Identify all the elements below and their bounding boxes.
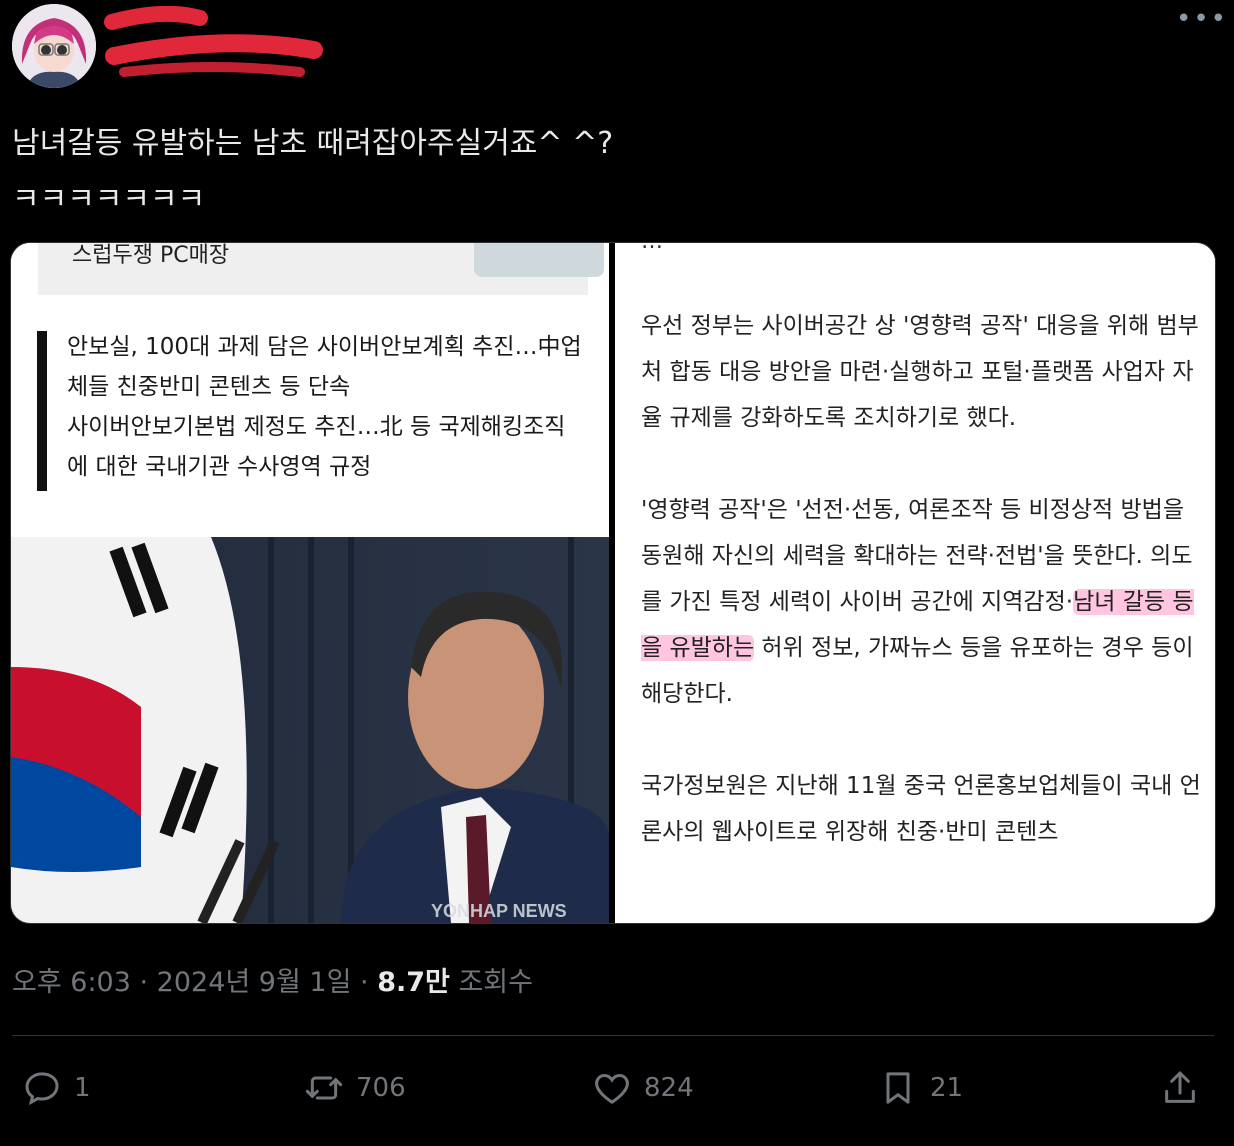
media-right-panel: … 우선 정부는 사이버공간 상 '영향력 공작' 대응을 위해 범부처 합동 … (615, 243, 1215, 923)
bookmark-icon (886, 1072, 910, 1104)
cut-banner-text: 스럽두쟁 PC매장 (72, 243, 230, 268)
watermark: YONHAP NEWS (431, 901, 567, 921)
share-button[interactable] (1160, 1066, 1212, 1110)
reply-icon (25, 1072, 59, 1106)
meta-separator: · (360, 967, 378, 998)
views-count: 8.7만 (377, 967, 450, 998)
redacted-username (104, 6, 323, 77)
tweet-meta: 오후 6:03 · 2024년 9월 1일 · 8.7만 조회수 (12, 960, 533, 999)
media-card[interactable]: 스럽두쟁 PC매장 안보실, 100대 과제 담은 사이버안보계획 추진…中업 … (10, 242, 1216, 924)
views-label: 조회수 (458, 967, 533, 998)
bookmark-count: 21 (930, 1073, 964, 1103)
article-paragraph: 국가정보원은 지난해 11월 중국 언론홍보업체들이 국내 언론사의 웹사이트로… (641, 773, 1201, 845)
cut-top-text: … (641, 243, 663, 254)
tweet-text: 남녀갈등 유발하는 남초 때려잡아주실거죠^ ^? ㅋㅋㅋㅋㅋㅋㅋ (12, 126, 614, 217)
reply-count: 1 (74, 1073, 91, 1103)
media-left-panel: 스럽두쟁 PC매장 안보실, 100대 과제 담은 사이버안보계획 추진…中업 … (11, 243, 609, 923)
article-quote: 안보실, 100대 과제 담은 사이버안보계획 추진…中업 체들 친중반미 콘텐… (67, 334, 582, 480)
tweet-time[interactable]: 오후 6:03 (12, 967, 131, 998)
bookmark-button[interactable]: 21 (878, 1066, 963, 1110)
retweet-icon (305, 1076, 343, 1100)
press-photo: YONHAP NEWS (11, 537, 609, 923)
reply-button[interactable]: 1 (22, 1066, 91, 1110)
tweet-date[interactable]: 2024년 9월 1일 (157, 967, 352, 998)
cut-banner: 스럽두쟁 PC매장 (38, 243, 604, 295)
like-button[interactable]: 824 (592, 1066, 694, 1110)
article-body: 우선 정부는 사이버공간 상 '영향력 공작' 대응을 위해 범부처 합동 대응… (641, 303, 1201, 901)
article-paragraph: 우선 정부는 사이버공간 상 '영향력 공작' 대응을 위해 범부처 합동 대응… (641, 313, 1199, 431)
retweet-button[interactable]: 706 (304, 1066, 406, 1110)
meta-separator: · (139, 967, 157, 998)
more-icon[interactable]: ••• (1176, 6, 1226, 34)
heart-icon (595, 1073, 629, 1104)
cut-thumbnail (474, 243, 604, 277)
quote-bar (37, 331, 47, 491)
like-count: 824 (644, 1073, 694, 1103)
avatar[interactable] (12, 4, 96, 88)
article-paragraph-highlighted: '영향력 공작'은 '선전·선동, 여론조작 등 비정상적 방법을 동원해 자신… (641, 487, 1201, 717)
divider-line (12, 1035, 1214, 1036)
share-icon (1165, 1071, 1195, 1103)
retweet-count: 706 (356, 1073, 406, 1103)
